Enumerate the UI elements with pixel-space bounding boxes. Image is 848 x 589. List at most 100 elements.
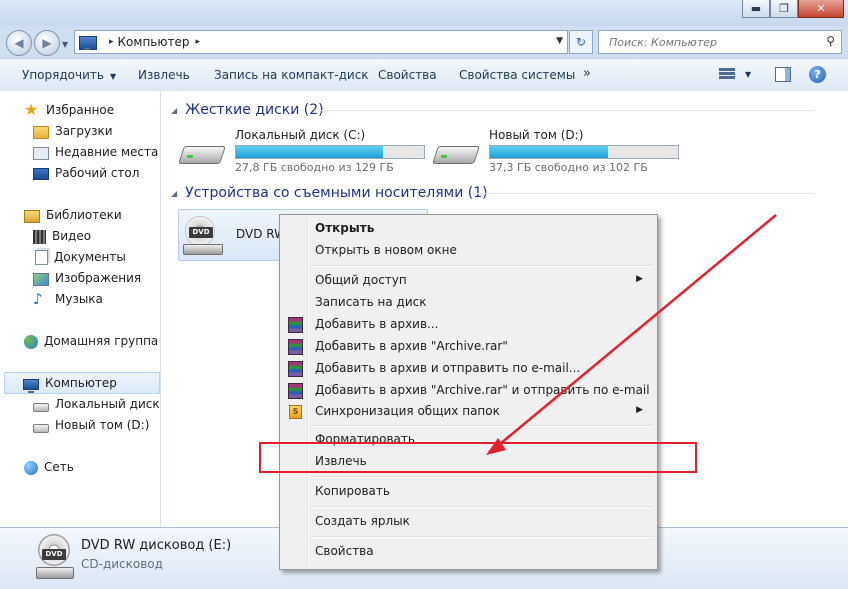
more-commands-button[interactable]: » — [583, 66, 591, 81]
nav-downloads[interactable]: Загрузки — [33, 121, 113, 141]
menu-add-archive[interactable]: Добавить в архив... — [282, 313, 653, 335]
menu-properties[interactable]: Свойства — [282, 540, 653, 562]
breadcrumb-separator-icon[interactable]: ▸ — [109, 37, 114, 47]
menu-add-archive-rar-email[interactable]: Добавить в архив "Archive.rar" и отправи… — [282, 379, 653, 401]
menu-burn-disc[interactable]: Записать на диск — [282, 291, 653, 313]
drive-name: Локальный диск (C:) — [235, 128, 366, 142]
menu-create-shortcut[interactable]: Создать ярлык — [282, 510, 653, 532]
header-divider — [471, 193, 815, 194]
nav-local-disk[interactable]: Локальный диск (С — [33, 394, 160, 414]
video-icon — [33, 229, 46, 244]
nav-downloads-label: Загрузки — [55, 124, 113, 138]
menu-create-shortcut-label: Создать ярлык — [315, 514, 410, 528]
nav-recent-label: Недавние места — [55, 145, 159, 159]
menu-sync-folders[interactable]: S Синхронизация общих папок ▶ — [282, 400, 653, 422]
organize-button[interactable]: Упорядочить ▼ — [22, 68, 116, 82]
nav-desktop[interactable]: Рабочий стол — [33, 163, 139, 183]
address-bar[interactable]: ▸ Компьютер ▸ ▼ — [74, 30, 568, 54]
menu-separator — [310, 476, 653, 478]
details-subtitle: CD-дисковод — [81, 557, 163, 571]
winrar-icon — [288, 361, 303, 377]
removable-devices-header[interactable]: ◢ Устройства со съемными носителями (1) — [171, 183, 831, 203]
burn-cd-button[interactable]: Запись на компакт-диск — [214, 68, 369, 82]
nav-recent-places[interactable]: Недавние места — [33, 142, 158, 162]
history-dropdown-icon[interactable]: ▼ — [62, 40, 68, 49]
new-volume-icon — [33, 423, 49, 433]
menu-share-label: Общий доступ — [315, 273, 407, 287]
menu-add-archive-rar-label: Добавить в архив "Archive.rar" — [315, 339, 508, 353]
system-properties-button[interactable]: Свойства системы — [459, 68, 575, 82]
breadcrumb-computer[interactable]: Компьютер — [118, 35, 190, 49]
homegroup-icon — [24, 334, 38, 349]
eject-button[interactable]: Извлечь — [138, 68, 190, 82]
nav-new-volume[interactable]: Новый том (D:) — [33, 415, 149, 435]
nav-new-volume-label: Новый том (D:) — [55, 418, 150, 432]
libraries-icon — [24, 210, 40, 223]
window-controls: ▬ ❐ ✕ — [742, 0, 844, 18]
hard-disks-header-label: Жесткие диски (2) — [185, 102, 324, 118]
menu-open-new-window[interactable]: Открыть в новом окне — [282, 239, 653, 261]
local-disk-icon — [33, 402, 49, 412]
menu-separator — [310, 265, 653, 267]
breadcrumb-chevron-icon[interactable]: ▸ — [195, 37, 200, 47]
view-dropdown-icon[interactable]: ▼ — [745, 70, 751, 79]
menu-separator — [310, 506, 653, 508]
collapse-icon: ◢ — [171, 188, 178, 198]
menu-copy-label: Копировать — [315, 484, 390, 498]
search-icon[interactable]: ⚲ — [826, 34, 835, 48]
nav-computer[interactable]: Компьютер — [4, 372, 160, 394]
nav-documents[interactable]: Документы — [33, 247, 126, 267]
back-button[interactable]: ◀ — [6, 30, 32, 56]
collapse-icon: ◢ — [171, 105, 178, 115]
maximize-button[interactable]: ❐ — [770, 0, 798, 18]
drive-free-space: 37,3 ГБ свободно из 102 ГБ — [489, 161, 648, 174]
address-dropdown-icon[interactable]: ▼ — [556, 36, 563, 46]
menu-add-archive-email[interactable]: Добавить в архив и отправить по e-mail..… — [282, 357, 653, 379]
menu-sync-label: Синхронизация общих папок — [315, 404, 500, 418]
close-button[interactable]: ✕ — [798, 0, 844, 18]
nav-images[interactable]: Изображения — [33, 268, 141, 288]
removable-header-label: Устройства со съемными носителями (1) — [185, 185, 488, 201]
nav-video[interactable]: Видео — [33, 226, 91, 246]
properties-button[interactable]: Свойства — [378, 68, 437, 82]
nav-libraries[interactable]: Библиотеки — [24, 205, 122, 225]
nav-homegroup[interactable]: Домашняя группа — [24, 331, 158, 351]
organize-dropdown-icon: ▼ — [109, 72, 117, 81]
recent-places-icon — [33, 146, 49, 160]
menu-share[interactable]: Общий доступ ▶ — [282, 269, 653, 291]
preview-pane-icon[interactable] — [775, 67, 791, 82]
refresh-button[interactable]: ↻ — [569, 30, 593, 54]
help-icon[interactable]: ? — [809, 66, 826, 83]
drive-local-c[interactable]: Локальный диск (C:) 27,8 ГБ свободно из … — [178, 128, 429, 180]
nav-network[interactable]: Сеть — [24, 457, 74, 477]
nav-music[interactable]: ♪ Музыка — [33, 289, 103, 309]
drive-new-volume-d[interactable]: Новый том (D:) 37,3 ГБ свободно из 102 Г… — [432, 128, 683, 180]
menu-add-archive-rar-email-label: Добавить в архив "Archive.rar" и отправи… — [315, 383, 650, 397]
forward-button[interactable]: ▶ — [34, 30, 60, 56]
menu-add-archive-rar[interactable]: Добавить в архив "Archive.rar" — [282, 335, 653, 357]
dvd-badge: DVD — [189, 227, 213, 238]
documents-icon — [35, 249, 48, 265]
navigation-pane: ★ Избранное Загрузки Недавние места Рабоч… — [0, 91, 161, 527]
search-input[interactable] — [607, 34, 821, 50]
change-view-icon[interactable] — [719, 67, 735, 81]
nav-network-label: Сеть — [44, 460, 74, 474]
winrar-icon — [288, 339, 303, 355]
menu-copy[interactable]: Копировать — [282, 480, 653, 502]
nav-local-disk-label: Локальный диск (С — [55, 397, 160, 411]
menu-properties-label: Свойства — [315, 544, 374, 558]
nav-computer-label: Компьютер — [45, 376, 117, 390]
nav-favorites[interactable]: ★ Избранное — [24, 100, 114, 120]
computer-icon — [23, 378, 39, 393]
nav-desktop-label: Рабочий стол — [55, 166, 140, 180]
submenu-arrow-icon: ▶ — [636, 274, 643, 284]
menu-burn-label: Записать на диск — [315, 295, 427, 309]
nav-images-label: Изображения — [55, 271, 142, 285]
computer-icon — [79, 36, 97, 50]
search-box: ⚲ — [598, 30, 842, 54]
menu-open[interactable]: Открыть — [282, 217, 653, 239]
nav-music-label: Музыка — [55, 292, 103, 306]
hard-disks-header[interactable]: ◢ Жесткие диски (2) — [171, 100, 831, 120]
minimize-button[interactable]: ▬ — [742, 0, 770, 18]
nav-libraries-label: Библиотеки — [46, 208, 122, 222]
